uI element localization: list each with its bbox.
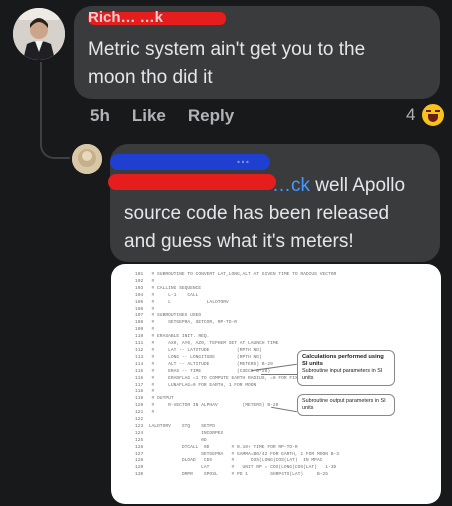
reply-text: …ck well Apollo source code has been rel… — [124, 172, 405, 256]
code-line: 123 LALOTORV STQ SETPD — [135, 423, 215, 429]
callout-connector — [261, 374, 297, 375]
reply-author-name[interactable]: … — [236, 150, 250, 166]
code-line: 104 # L-1 CALL — [135, 292, 199, 298]
mention-link[interactable]: …ck — [272, 175, 310, 196]
reply-thread-line — [40, 62, 70, 159]
callout-si-units: Calculations performed using SI units Su… — [297, 350, 395, 386]
comment-timestamp[interactable]: 5h — [90, 106, 110, 126]
code-line: 108 # SETGEPRA, SETCOR, RP-TO-R — [135, 320, 237, 326]
code-line: 102 # — [135, 278, 155, 284]
commenter-avatar[interactable] — [13, 8, 65, 60]
reply-text-line: and guess what it's meters! — [124, 231, 354, 252]
comment-actions: 5h Like Reply — [90, 106, 234, 126]
replier-avatar[interactable] — [72, 144, 102, 174]
laughing-emoji-icon[interactable] — [420, 102, 446, 128]
attached-code-image[interactable]: 101 # SUBROUTINE TO CONVERT LAT,LONG,ALT… — [111, 264, 441, 504]
comment-bubble: Rich… …k Metric system ain't get you to … — [74, 6, 440, 99]
callout-text: Subroutine input parameters in SI units — [302, 368, 383, 381]
callout-text: Subroutine output parameters in SI units — [302, 398, 386, 411]
like-button[interactable]: Like — [132, 106, 166, 126]
comment-author-name[interactable]: Rich… …k — [88, 9, 163, 26]
comment-text-line: Metric system ain't get you to the — [88, 39, 366, 60]
code-line: 101 # SUBROUTINE TO CONVERT LAT,LONG,ALT… — [135, 272, 337, 277]
code-line: 124 INCORPEX — [135, 430, 224, 436]
callout-output-si: Subroutine output parameters in SI units — [297, 394, 395, 416]
callout-title: Calculations performed using SI units — [302, 354, 384, 367]
reply-bubble: … …ck well Apollo source code has been r… — [108, 144, 440, 262]
code-line: 122 — [135, 417, 144, 423]
code-line: 103 # CALLING SEQUENCE — [135, 285, 202, 291]
reply-button[interactable]: Reply — [188, 106, 234, 126]
reply-text-segment: well Apollo — [310, 175, 406, 196]
code-line: 125 0D — [135, 437, 207, 443]
code-line: 111 # AX0, AY0, AZ0, TEPHEM SET AT LAUNC… — [135, 341, 279, 347]
comment-text-line: moon tho did it — [88, 67, 213, 88]
reaction-count[interactable]: 4 — [406, 105, 415, 125]
code-line: 105 # L LALOTORV — [135, 299, 229, 305]
reply-text-line: source code has been released — [124, 203, 390, 224]
reply-text-line: …ck well Apollo — [124, 172, 405, 200]
code-line: 130 DMPR SPOSL # PD 1 SHRP4TS(LAT) B-25 — [135, 472, 328, 478]
comment-text: Metric system ain't get you to the moon … — [88, 36, 365, 92]
code-line: 126 DTCALL 0D # 0.10+ TIME FOR RP-TO-R — [135, 444, 298, 450]
